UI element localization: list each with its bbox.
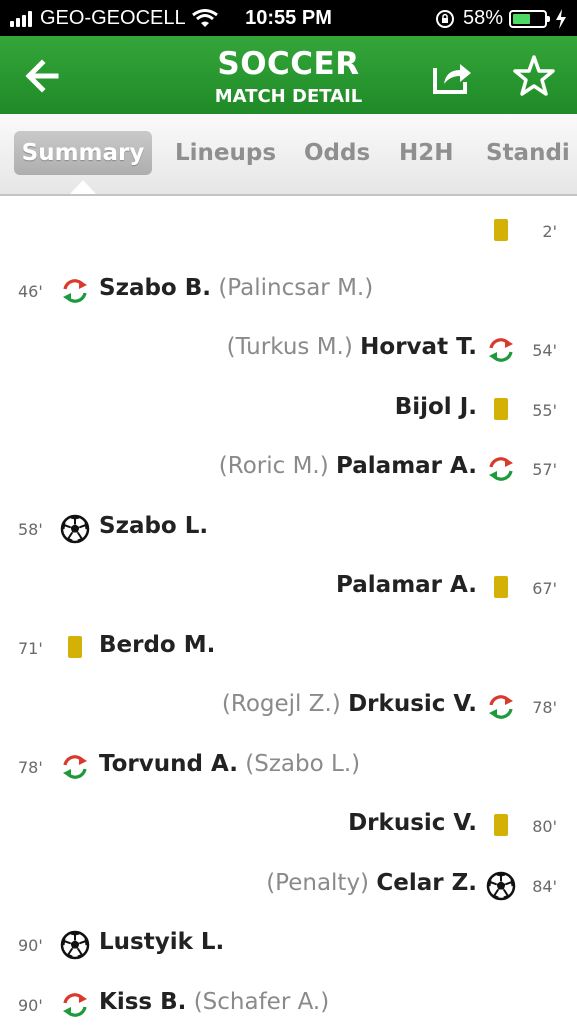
secondary-info: (Rogejl Z.)	[221, 691, 341, 717]
event-minute: 55'	[532, 400, 557, 420]
yellow-card-icon	[486, 573, 516, 603]
event-text: Bijol J.	[395, 394, 477, 420]
yellow-card-icon	[486, 216, 516, 246]
event-row: 80' Drkusic V.	[0, 803, 577, 849]
tab-h2h[interactable]: H2H	[399, 131, 454, 175]
event-minute: 46'	[18, 281, 43, 301]
tab-standings[interactable]: Standi	[486, 131, 570, 175]
status-bar: GEO-GEOCELL 10:55 PM 58%	[0, 0, 577, 36]
app-header: SOCCER MATCH DETAIL	[0, 36, 577, 114]
player-name: Kiss B.	[99, 988, 187, 1015]
event-row: 78' Torvund A. (Szabo L.)	[0, 744, 577, 790]
goal-ball-icon	[60, 930, 90, 960]
event-text: Torvund A. (Szabo L.)	[99, 751, 360, 777]
share-icon	[433, 64, 471, 94]
tab-summary[interactable]: Summary	[14, 131, 152, 175]
secondary-info: (Roric M.)	[218, 453, 329, 479]
goal-ball-icon	[60, 514, 90, 544]
event-row: 57' (Roric M.) Palamar A.	[0, 446, 577, 492]
share-button[interactable]	[430, 54, 474, 98]
event-minute: 90'	[18, 936, 43, 955]
battery-percent: 58%	[462, 7, 503, 29]
yellow-card-icon	[60, 633, 90, 663]
player-name: Lustyik L.	[99, 929, 225, 955]
event-row: 90' Kiss B. (Schafer A.)	[0, 982, 577, 1028]
substitution-icon	[60, 276, 90, 306]
event-row: 90' Lustyik L.	[0, 922, 577, 968]
substitution-icon	[60, 752, 90, 782]
event-row: 71' Berdo M.	[0, 625, 577, 671]
event-row: 46' Szabo B. (Palincsar M.)	[0, 268, 577, 314]
player-name: Palamar A.	[336, 453, 477, 479]
substitution-icon	[486, 335, 516, 365]
player-name: Palamar A.	[336, 572, 477, 598]
event-text: Lustyik L.	[99, 929, 224, 955]
star-icon	[513, 55, 555, 96]
event-minute: 54'	[532, 341, 557, 360]
event-minute: 80'	[532, 817, 557, 836]
goal-ball-icon	[486, 871, 516, 901]
event-row: 54' (Turkus M.) Horvat T.	[0, 327, 577, 373]
event-minute: 57'	[532, 460, 557, 479]
player-name: Berdo M.	[99, 631, 216, 658]
event-minute: 2'	[542, 222, 557, 241]
event-minute: 71'	[18, 638, 43, 658]
secondary-info: (Palincsar M.)	[218, 274, 374, 301]
tab-odds[interactable]: Odds	[304, 131, 370, 175]
event-row: 55' Bijol J.	[0, 387, 577, 433]
player-name: Horvat T.	[360, 334, 477, 360]
event-text: (Roric M.) Palamar A.	[219, 453, 477, 479]
substitution-icon	[60, 990, 90, 1020]
charging-icon	[556, 8, 566, 29]
substitution-icon	[486, 454, 516, 484]
event-text: Berdo M.	[99, 632, 215, 658]
event-row: 84' (Penalty) Celar Z.	[0, 863, 577, 909]
page-subtitle: MATCH DETAIL	[214, 86, 363, 107]
player-name: Szabo B.	[99, 274, 212, 301]
event-row: 58' Szabo L.	[0, 506, 577, 552]
event-minute: 58'	[18, 519, 43, 539]
player-name: Celar Z.	[376, 869, 477, 896]
event-text: (Turkus M.) Horvat T.	[227, 334, 477, 360]
active-tab-pointer	[70, 180, 96, 194]
tab-lineups[interactable]: Lineups	[175, 131, 276, 175]
event-text: (Rogejl Z.) Drkusic V.	[222, 691, 477, 717]
event-minute: 78'	[18, 757, 43, 777]
event-minute: 90'	[18, 995, 43, 1015]
event-row: 2'	[0, 208, 577, 254]
secondary-info: (Schafer A.)	[193, 988, 330, 1015]
event-text: Szabo B. (Palincsar M.)	[99, 275, 373, 301]
secondary-info: (Penalty)	[266, 869, 370, 896]
player-name: Szabo L.	[99, 512, 209, 539]
event-row: 78' (Rogejl Z.) Drkusic V.	[0, 684, 577, 730]
page-title: SOCCER	[217, 46, 360, 82]
substitution-icon	[486, 692, 516, 722]
battery-info: 58%	[435, 7, 567, 30]
rotation-lock-icon	[435, 9, 454, 28]
event-text: Palamar A.	[336, 572, 477, 598]
event-text: Szabo L.	[99, 513, 208, 539]
battery-icon	[509, 9, 550, 28]
player-name: Bijol J.	[394, 393, 477, 420]
yellow-card-icon	[486, 811, 516, 841]
yellow-card-icon	[486, 395, 516, 425]
event-minute: 78'	[532, 698, 557, 717]
player-name: Torvund A.	[99, 750, 238, 777]
favorite-button[interactable]	[512, 54, 556, 98]
secondary-info: (Szabo L.)	[245, 750, 361, 777]
player-name: Drkusic V.	[348, 691, 477, 717]
player-name: Drkusic V.	[348, 810, 477, 836]
event-text: Drkusic V.	[348, 810, 477, 836]
secondary-info: (Turkus M.)	[226, 334, 353, 360]
event-row: 67' Palamar A.	[0, 565, 577, 611]
event-minute: 67'	[532, 579, 557, 598]
event-text: (Penalty) Celar Z.	[266, 870, 477, 896]
event-minute: 84'	[532, 876, 557, 896]
event-text: Kiss B. (Schafer A.)	[99, 989, 329, 1015]
